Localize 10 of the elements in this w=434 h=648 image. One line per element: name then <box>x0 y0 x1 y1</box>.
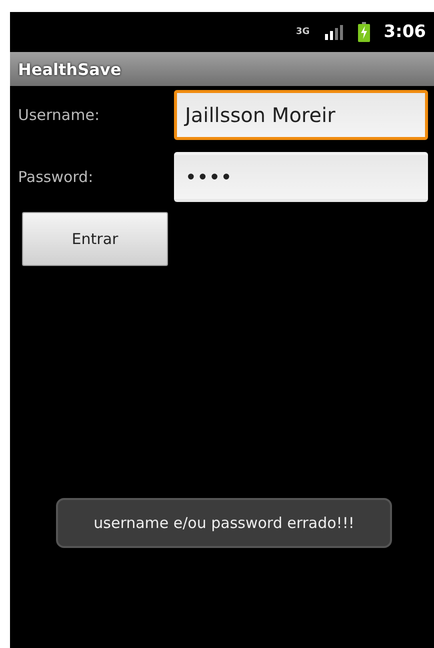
username-field[interactable]: Jaillsson Moreir <box>174 90 428 140</box>
login-button[interactable]: Entrar <box>22 212 168 266</box>
clock-time: 3:06 <box>384 22 426 42</box>
app-title-bar: HealthSave <box>10 52 434 86</box>
signal-icon <box>324 24 344 40</box>
field-label: Username: <box>17 106 101 124</box>
field-label: Password: <box>17 168 94 186</box>
network-type-label: 3G <box>296 28 310 36</box>
error-toast: username e/ou password errado!!! <box>56 498 392 548</box>
password-field[interactable]: •••• <box>174 152 428 202</box>
